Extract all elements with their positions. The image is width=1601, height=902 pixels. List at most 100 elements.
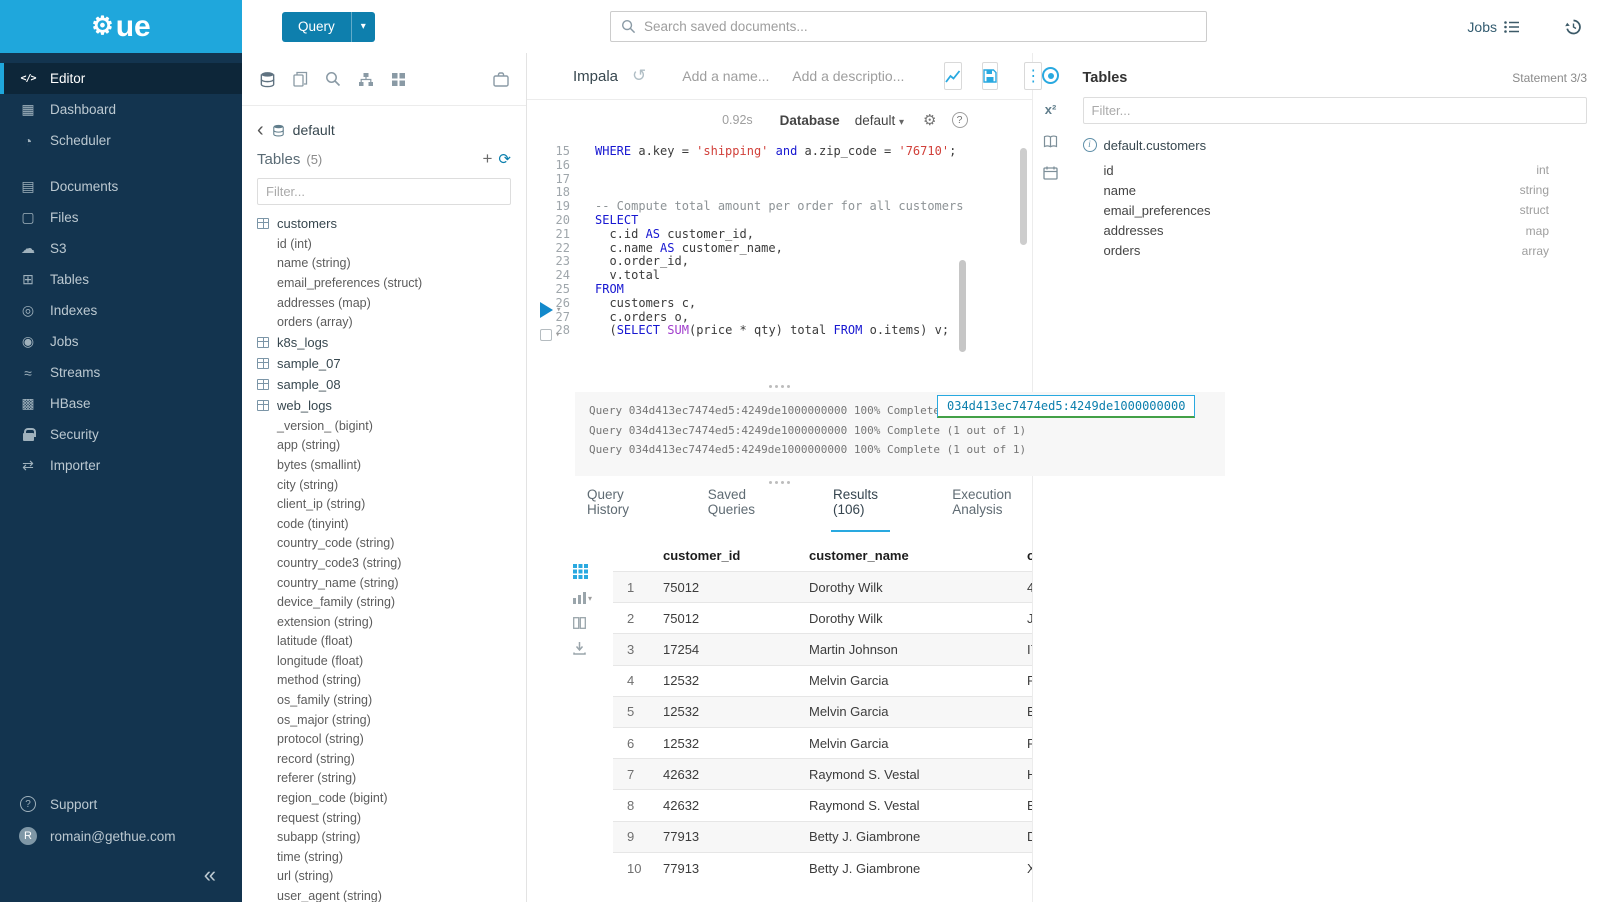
column-item[interactable]: subapp (string) [257, 827, 511, 847]
table-row[interactable]: 842632Raymond S. VestalBS59022798 [613, 790, 1032, 821]
global-search-input[interactable] [644, 19, 1196, 34]
column-item[interactable]: ordersarray [1104, 241, 1550, 261]
database-selector[interactable]: default ▾ [855, 113, 904, 128]
column-item[interactable]: id (int) [257, 234, 511, 254]
sidebar-item-streams[interactable]: ≈Streams [0, 357, 242, 388]
save-button[interactable] [982, 62, 998, 90]
table-row[interactable]: 412532Melvin GarciaPB626868 [613, 665, 1032, 696]
sitemap-icon[interactable] [358, 72, 374, 87]
column-item[interactable]: name (string) [257, 254, 511, 274]
execute-button[interactable]: ▾ [540, 302, 561, 318]
sidebar-item-documents[interactable]: ▤Documents [0, 171, 242, 202]
apps-grid-icon[interactable] [391, 72, 406, 87]
column-item[interactable]: app (string) [257, 436, 511, 456]
sidebar-item-scheduler[interactable]: ◔Scheduler [0, 125, 242, 156]
results-chart-icon[interactable]: ▾ [573, 592, 592, 604]
column-item[interactable]: client_ip (string) [257, 494, 511, 514]
results-grid-icon[interactable] [573, 564, 588, 579]
column-item[interactable]: code (tinyint) [257, 514, 511, 534]
column-item[interactable]: protocol (string) [257, 729, 511, 749]
sidebar-item-editor[interactable]: </>Editor [0, 63, 242, 94]
table-row[interactable]: 1077913Betty J. GiambroneXR27714315 [613, 852, 1032, 883]
assistant-icon[interactable] [1042, 67, 1059, 84]
column-item[interactable]: addresses (map) [257, 293, 511, 313]
documents-source-icon[interactable] [293, 71, 308, 87]
table-row[interactable]: 512532Melvin GarciaB8623C2507 [613, 696, 1032, 727]
sidebar-item-hbase[interactable]: ▩HBase [0, 388, 242, 419]
right-filter-input[interactable] [1083, 97, 1588, 124]
column-item[interactable]: country_code3 (string) [257, 553, 511, 573]
column-item[interactable]: extension (string) [257, 612, 511, 632]
resize-handle-top[interactable] [527, 380, 1032, 392]
sidebar-item-importer[interactable]: ⇄Importer [0, 450, 242, 481]
hue-logo[interactable]: ⚙ue [0, 0, 242, 53]
editor-scrollbar[interactable] [959, 260, 966, 352]
tab-query-history[interactable]: Query History [585, 487, 646, 532]
briefcase-icon[interactable] [493, 72, 509, 87]
editor-options-button[interactable]: ▾ [540, 329, 561, 341]
assist-search-icon[interactable] [325, 71, 341, 87]
refresh-tables-icon[interactable]: ⟳ [498, 150, 511, 168]
column-item[interactable]: os_major (string) [257, 710, 511, 730]
table-row[interactable]: 275012Dorothy WilkJ882C296 [613, 603, 1032, 634]
column-item[interactable]: request (string) [257, 808, 511, 828]
tab-results-106[interactable]: Results (106) [831, 487, 890, 532]
column-item[interactable]: country_name (string) [257, 573, 511, 593]
download-results-icon[interactable] [573, 642, 586, 655]
databases-source-icon[interactable] [259, 71, 276, 88]
tab-saved-queries[interactable]: Saved Queries [706, 487, 771, 532]
column-item[interactable]: latitude (float) [257, 632, 511, 652]
column-item[interactable]: os_family (string) [257, 690, 511, 710]
global-search[interactable] [610, 11, 1207, 42]
column-item[interactable]: orders (array) [257, 312, 511, 332]
sidebar-item-indexes[interactable]: ◎Indexes [0, 295, 242, 326]
settings-gear-icon[interactable]: ⚙ [923, 111, 936, 129]
language-reference-icon[interactable] [1043, 135, 1058, 148]
column-item[interactable]: method (string) [257, 671, 511, 691]
column-item[interactable]: url (string) [257, 867, 511, 887]
table-item[interactable]: customers [257, 213, 511, 234]
sidebar-item-security[interactable]: Security [0, 419, 242, 450]
column-item[interactable]: email_preferencesstruct [1104, 200, 1550, 220]
column-item[interactable]: addressesmap [1104, 221, 1550, 241]
column-item[interactable]: time (string) [257, 847, 511, 867]
results-columns-icon[interactable] [573, 617, 586, 629]
table-item[interactable]: sample_08 [257, 374, 511, 395]
more-actions-button[interactable]: ⋮ [1024, 62, 1042, 90]
sidebar-item-files[interactable]: ▢Files [0, 202, 242, 233]
column-item[interactable]: device_family (string) [257, 592, 511, 612]
functions-icon[interactable]: x² [1045, 102, 1057, 117]
jobs-link[interactable]: Jobs [1467, 19, 1520, 35]
table-row[interactable]: 175012Dorothy Wilk4056711918 [613, 572, 1032, 603]
column-item[interactable]: _version_ (bigint) [257, 416, 511, 436]
column-item[interactable]: record (string) [257, 749, 511, 769]
column-item[interactable]: email_preferences (struct) [257, 273, 511, 293]
sidebar-item-user[interactable]: R romain@gethue.com [0, 820, 242, 852]
table-row[interactable]: 977913Betty J. GiambroneDN88151320 [613, 821, 1032, 852]
table-filter-input[interactable] [257, 178, 511, 205]
column-item[interactable]: referer (string) [257, 769, 511, 789]
execute-caret-icon[interactable]: ▾ [556, 305, 561, 315]
query-history-toggle-icon[interactable]: ↺ [632, 66, 646, 86]
table-row[interactable]: 317254Martin JohnsonI72T3918 [613, 634, 1032, 665]
code-editor[interactable]: 15WHERE a.key = 'shipping' and a.zip_cod… [527, 140, 1032, 380]
column-item[interactable]: longitude (float) [257, 651, 511, 671]
query-description-input[interactable] [792, 68, 914, 84]
table-row[interactable]: 742632Raymond S. VestalHS31241944 [613, 759, 1032, 790]
schedule-icon[interactable] [1043, 166, 1058, 180]
active-table-name[interactable]: default.customers [1104, 138, 1207, 153]
query-dropdown-caret-icon[interactable]: ▾ [351, 12, 375, 42]
query-button[interactable]: Query ▾ [282, 12, 375, 42]
sidebar-item-s3[interactable]: ☁S3 [0, 233, 242, 264]
table-item[interactable]: web_logs [257, 395, 511, 416]
add-table-icon[interactable]: + [482, 149, 492, 169]
column-item[interactable]: country_code (string) [257, 534, 511, 554]
active-table-row[interactable]: i default.customers [1083, 134, 1588, 156]
sidebar-item-dashboard[interactable]: ▦Dashboard [0, 94, 242, 125]
table-row[interactable]: 612532Melvin GarciaR9S8381278 [613, 727, 1032, 758]
info-icon[interactable]: i [1083, 138, 1097, 152]
table-item[interactable]: k8s_logs [257, 332, 511, 353]
sidebar-item-jobs[interactable]: ◉Jobs [0, 326, 242, 357]
sidebar-item-tables[interactable]: ⊞Tables [0, 264, 242, 295]
column-item[interactable]: idint [1104, 160, 1550, 180]
